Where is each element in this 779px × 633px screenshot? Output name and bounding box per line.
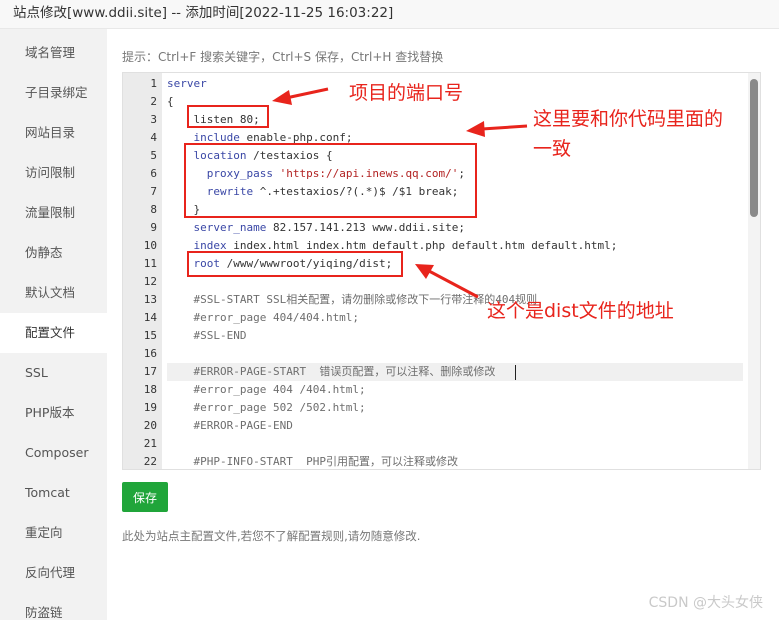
line-number: 3 <box>150 113 157 126</box>
annotation-port-label: 项目的端口号 <box>349 82 464 104</box>
line-number: 22 <box>143 455 157 468</box>
code-token: server_name <box>193 221 267 234</box>
code-line[interactable]: 16 <box>123 345 753 363</box>
sidebar-item[interactable]: 重定向 <box>0 513 107 553</box>
code-line[interactable]: 20 #ERROR-PAGE-END <box>123 417 753 435</box>
sidebar-item[interactable]: 域名管理 <box>0 33 107 73</box>
line-number: 18 <box>143 383 157 396</box>
code-line[interactable]: 22 #PHP-INFO-START PHP引用配置，可以注释或修改 <box>123 453 753 469</box>
code-line[interactable]: 19 #error_page 502 /502.html; <box>123 399 753 417</box>
line-number: 4 <box>150 131 157 144</box>
code-token: #SSL-END <box>167 329 247 342</box>
sidebar-item[interactable]: Tomcat <box>0 473 107 513</box>
sidebar-item[interactable]: 伪静态 <box>0 233 107 273</box>
scrollbar-thumb[interactable] <box>750 79 758 217</box>
line-number: 9 <box>150 221 157 234</box>
code-token: #SSL-START SSL相关配置，请勿删除或修改下一行带注释的404规则 <box>167 293 538 306</box>
annotation-box-location <box>184 143 477 218</box>
line-number: 19 <box>143 401 157 414</box>
line-number: 17 <box>143 365 157 378</box>
code-line[interactable]: 15 #SSL-END <box>123 327 753 345</box>
line-number: 16 <box>143 347 157 360</box>
annotation-box-listen <box>187 105 269 128</box>
config-warning-note: 此处为站点主配置文件,若您不了解配置规则,请勿随意修改. <box>122 529 421 543</box>
sidebar-item[interactable]: 防盗链 <box>0 593 107 633</box>
sidebar: 域名管理 子目录绑定 网站目录 访问限制 流量限制 伪静态 默认文档 配置文件 SSL PHP版本… <box>0 29 107 620</box>
line-number: 7 <box>150 185 157 198</box>
code-token: #ERROR-PAGE-START 错误页配置，可以注释、删除或修改 <box>167 365 496 378</box>
code-text[interactable]: #SSL-END <box>167 327 743 345</box>
code-text[interactable]: #PHP-INFO-START PHP引用配置，可以注释或修改 <box>167 453 743 469</box>
line-number: 15 <box>143 329 157 342</box>
save-button[interactable]: 保存 <box>122 482 168 512</box>
code-line[interactable]: 17 #ERROR-PAGE-START 错误页配置，可以注释、删除或修改 <box>123 363 753 381</box>
code-line[interactable]: 9 server_name 82.157.141.213 www.ddii.si… <box>123 219 753 237</box>
line-number: 12 <box>143 275 157 288</box>
editor-hint: 提示：Ctrl+F 搜索关键字，Ctrl+S 保存，Ctrl+H 查找替换 <box>122 50 444 64</box>
line-number: 20 <box>143 419 157 432</box>
editor-scrollbar[interactable] <box>748 73 760 469</box>
line-number: 10 <box>143 239 157 252</box>
code-text[interactable]: #ERROR-PAGE-END <box>167 417 743 435</box>
annotation-dist-label: 这个是dist文件的地址 <box>487 300 674 322</box>
code-token: server <box>167 77 207 90</box>
line-number: 2 <box>150 95 157 108</box>
annotation-consistent-label-line2: 一致 <box>533 138 572 160</box>
annotation-consistent-label-line1: 这里要和你代码里面的 <box>533 108 724 130</box>
code-token: #ERROR-PAGE-END <box>167 419 293 432</box>
line-number: 8 <box>150 203 157 216</box>
code-token: #PHP-INFO-START PHP引用配置，可以注释或修改 <box>167 455 458 468</box>
code-text[interactable]: #error_page 404 /404.html; <box>167 381 743 399</box>
csdn-watermark: CSDN @大头女侠 <box>648 595 763 611</box>
sidebar-item[interactable]: SSL <box>0 353 107 393</box>
line-number: 6 <box>150 167 157 180</box>
code-line[interactable]: 18 #error_page 404 /404.html; <box>123 381 753 399</box>
sidebar-item[interactable]: Composer <box>0 433 107 473</box>
code-line[interactable]: 21 <box>123 435 753 453</box>
sidebar-item[interactable]: 默认文档 <box>0 273 107 313</box>
code-text[interactable]: #ERROR-PAGE-START 错误页配置，可以注释、删除或修改 <box>167 363 743 381</box>
line-number: 13 <box>143 293 157 306</box>
code-text[interactable]: #error_page 502 /502.html; <box>167 399 743 417</box>
code-token: #error_page 404/404.html; <box>167 311 360 324</box>
sidebar-item[interactable]: 访问限制 <box>0 153 107 193</box>
sidebar-item[interactable]: 反向代理 <box>0 553 107 593</box>
code-token: 82.157.141.213 www.ddii.site; <box>266 221 466 234</box>
sidebar-item[interactable]: 流量限制 <box>0 193 107 233</box>
code-token: #error_page 404 /404.html; <box>167 383 366 396</box>
line-number: 5 <box>150 149 157 162</box>
line-number: 14 <box>143 311 157 324</box>
line-number: 21 <box>143 437 157 450</box>
line-number: 1 <box>150 77 157 90</box>
annotation-box-root <box>187 251 403 277</box>
window-title: 站点修改[www.ddii.site] -- 添加时间[2022-11-25 1… <box>0 0 779 29</box>
code-text[interactable]: server_name 82.157.141.213 www.ddii.site… <box>167 219 743 237</box>
code-token: { <box>167 95 174 108</box>
sidebar-item[interactable]: PHP版本 <box>0 393 107 433</box>
sidebar-item[interactable]: 配置文件 <box>0 313 107 353</box>
sidebar-item[interactable]: 网站目录 <box>0 113 107 153</box>
text-cursor <box>515 365 516 380</box>
line-number: 11 <box>143 257 157 270</box>
sidebar-item[interactable]: 子目录绑定 <box>0 73 107 113</box>
code-token: #error_page 502 /502.html; <box>167 401 366 414</box>
